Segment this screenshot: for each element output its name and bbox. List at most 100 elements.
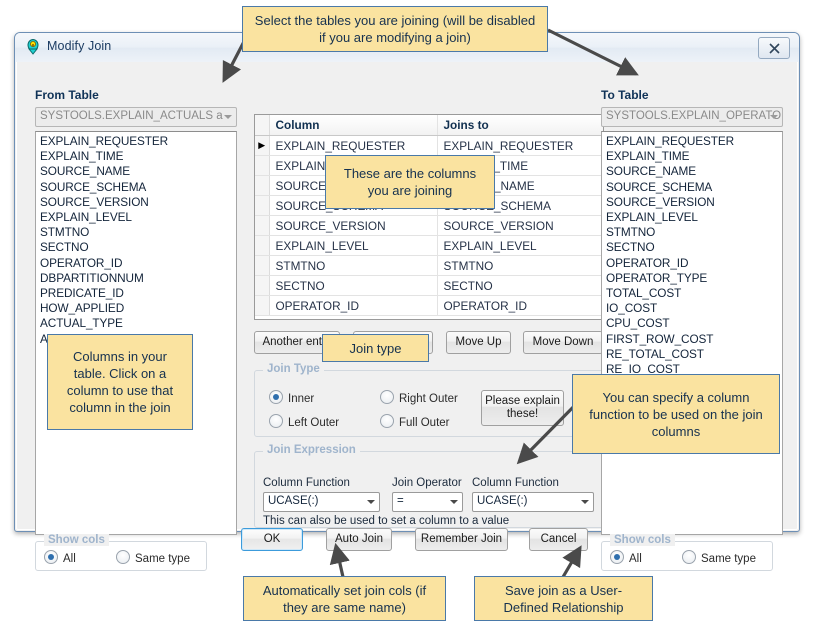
list-item[interactable]: TOTAL_COST (606, 286, 782, 301)
cell-column[interactable]: EXPLAIN_LEVEL (269, 235, 438, 256)
chevron-down-icon (224, 115, 232, 119)
to-show-cols-all-radio[interactable]: All (610, 550, 642, 565)
chevron-down-icon (450, 500, 458, 504)
join-operator-value: = (397, 495, 404, 507)
cell-column[interactable]: SOURCE_VERSION (269, 215, 438, 236)
cell-column[interactable]: OPERATOR_ID (269, 295, 438, 316)
row-marker (255, 195, 270, 216)
column-function-right-label: Column Function (472, 477, 559, 489)
join-expression-title: Join Expression (263, 444, 360, 456)
join-type-left-outer-radio[interactable]: Left Outer (269, 414, 339, 429)
list-item[interactable]: SOURCE_SCHEMA (606, 180, 782, 195)
list-item[interactable]: IO_COST (606, 301, 782, 316)
from-show-cols-group: Show cols All Same type (35, 534, 207, 571)
from-table-combo[interactable]: SYSTOOLS.EXPLAIN_ACTUALS a (35, 107, 237, 127)
list-item[interactable]: PREDICATE_ID (40, 286, 236, 301)
column-function-left-combo[interactable]: UCASE(:) (263, 492, 380, 512)
join-type-inner-radio[interactable]: Inner (269, 390, 314, 405)
to-show-cols-sametype-radio[interactable]: Same type (682, 550, 756, 565)
list-item[interactable]: SECTNO (40, 240, 236, 255)
join-type-right-outer-label: Right Outer (399, 393, 458, 405)
row-marker: ▶ (255, 135, 270, 156)
list-item[interactable]: EXPLAIN_LEVEL (40, 210, 236, 225)
to-show-cols-group: Show cols All Same type (601, 534, 773, 571)
move-up-button[interactable]: Move Up (446, 331, 511, 354)
cell-joins-to[interactable]: OPERATOR_ID (437, 295, 603, 316)
from-show-cols-all-radio[interactable]: All (44, 550, 76, 565)
list-item[interactable]: ACTUAL_TYPE (40, 316, 236, 331)
grid-header-column: Column (269, 115, 438, 136)
from-show-cols-sametype-radio[interactable]: Same type (116, 550, 190, 565)
please-explain-button[interactable]: Please explain these! (481, 390, 564, 426)
row-marker (255, 255, 270, 276)
chevron-down-icon (770, 115, 778, 119)
cell-joins-to[interactable]: STMTNO (437, 255, 603, 276)
table-row[interactable]: SECTNO SECTNO (255, 275, 603, 296)
join-type-title: Join Type (263, 363, 324, 375)
list-item[interactable]: EXPLAIN_TIME (40, 149, 236, 164)
list-item[interactable]: EXPLAIN_TIME (606, 149, 782, 164)
list-item[interactable]: OPERATOR_ID (606, 256, 782, 271)
table-row[interactable]: ▶ EXPLAIN_REQUESTER EXPLAIN_REQUESTER (255, 135, 603, 156)
cell-joins-to[interactable]: EXPLAIN_REQUESTER (437, 135, 603, 156)
cell-column[interactable]: STMTNO (269, 255, 438, 276)
row-marker (255, 235, 270, 256)
radio-dot-icon (380, 414, 394, 428)
list-item[interactable]: OPERATOR_ID (40, 256, 236, 271)
list-item[interactable]: SOURCE_VERSION (40, 195, 236, 210)
list-item[interactable]: SOURCE_NAME (40, 164, 236, 179)
join-type-right-outer-radio[interactable]: Right Outer (380, 390, 458, 405)
join-operator-label: Join Operator (392, 477, 462, 489)
list-item[interactable]: EXPLAIN_LEVEL (606, 210, 782, 225)
column-function-left-label: Column Function (263, 477, 350, 489)
cancel-button[interactable]: Cancel (529, 528, 588, 551)
cell-column[interactable]: SECTNO (269, 275, 438, 296)
column-function-right-value: UCASE(:) (477, 495, 528, 507)
column-function-right-combo[interactable]: UCASE(:) (472, 492, 594, 512)
join-type-full-outer-radio[interactable]: Full Outer (380, 414, 450, 429)
list-item[interactable]: STMTNO (40, 225, 236, 240)
list-item[interactable]: RE_TOTAL_COST (606, 347, 782, 362)
ok-button[interactable]: OK (241, 528, 303, 551)
list-item[interactable]: EXPLAIN_REQUESTER (40, 134, 236, 149)
cell-joins-to[interactable]: SECTNO (437, 275, 603, 296)
cell-joins-to[interactable]: SOURCE_VERSION (437, 215, 603, 236)
close-icon[interactable] (758, 37, 790, 59)
radio-dot-icon (116, 550, 130, 564)
auto-join-button[interactable]: Auto Join (326, 528, 392, 551)
join-columns-grid[interactable]: Column Joins to ▶ EXPLAIN_REQUESTER EXPLAI… (254, 114, 604, 320)
chevron-down-icon (581, 500, 589, 504)
window-title: Modify Join (47, 39, 112, 53)
list-item[interactable]: FIRST_ROW_COST (606, 332, 782, 347)
row-marker (255, 295, 270, 316)
list-item[interactable]: SECTNO (606, 240, 782, 255)
chevron-down-icon (367, 500, 375, 504)
to-table-label: To Table (601, 88, 649, 102)
cell-joins-to[interactable]: EXPLAIN_LEVEL (437, 235, 603, 256)
list-item[interactable]: DBPARTITIONNUM (40, 271, 236, 286)
list-item[interactable]: OPERATOR_TYPE (606, 271, 782, 286)
list-item[interactable]: HOW_APPLIED (40, 301, 236, 316)
list-item[interactable]: SOURCE_SCHEMA (40, 180, 236, 195)
table-row[interactable]: OPERATOR_ID OPERATOR_ID (255, 295, 603, 316)
from-table-column-list[interactable]: EXPLAIN_REQUESTER EXPLAIN_TIME SOURCE_NAME… (35, 131, 237, 535)
move-down-button[interactable]: Move Down (523, 331, 603, 354)
list-item[interactable]: SOURCE_VERSION (606, 195, 782, 210)
join-operator-combo[interactable]: = (392, 492, 463, 512)
cell-column[interactable]: EXPLAIN_REQUESTER (269, 135, 438, 156)
callout-select-tables: Select the tables you are joining (will … (242, 6, 548, 52)
radio-dot-icon (269, 390, 283, 404)
list-item[interactable]: CPU_COST (606, 316, 782, 331)
from-show-cols-title: Show cols (44, 534, 109, 546)
remember-join-button[interactable]: Remember Join (415, 528, 508, 551)
to-table-column-list[interactable]: EXPLAIN_REQUESTER EXPLAIN_TIME SOURCE_NAME… (601, 131, 783, 535)
list-item[interactable]: SOURCE_NAME (606, 164, 782, 179)
table-row[interactable]: SOURCE_VERSION SOURCE_VERSION (255, 215, 603, 236)
to-table-combo[interactable]: SYSTOOLS.EXPLAIN_OPERATOR (601, 107, 783, 127)
table-row[interactable]: EXPLAIN_LEVEL EXPLAIN_LEVEL (255, 235, 603, 256)
callout-join-type: Join type (322, 334, 429, 362)
table-row[interactable]: STMTNO STMTNO (255, 255, 603, 276)
callout-auto-join: Automatically set join cols (if they are… (243, 576, 446, 621)
list-item[interactable]: STMTNO (606, 225, 782, 240)
list-item[interactable]: EXPLAIN_REQUESTER (606, 134, 782, 149)
